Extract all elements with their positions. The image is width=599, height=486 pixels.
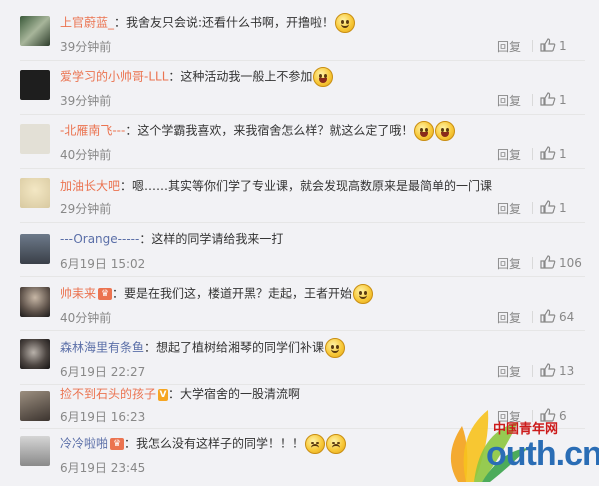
action-divider (532, 365, 533, 377)
avatar[interactable] (20, 234, 50, 264)
username[interactable]: 森林海里有条鱼 (60, 341, 144, 355)
reply-button[interactable]: 回复 (497, 146, 521, 163)
divider (20, 60, 585, 61)
like-count: 106 (559, 256, 582, 270)
thumbs-up-icon (540, 92, 556, 106)
like-count: 1 (559, 93, 567, 107)
smile-emoji-icon (353, 284, 374, 304)
avatar[interactable] (20, 287, 50, 317)
username[interactable]: ---Orange----- (60, 232, 139, 246)
like-count: 64 (559, 310, 575, 324)
reply-button[interactable]: 回复 (497, 363, 521, 380)
timestamp: 29分钟前 (60, 202, 112, 216)
angry-emoji-icon (326, 434, 347, 454)
reply-button[interactable]: 回复 (497, 200, 521, 217)
thumbs-up-icon (540, 363, 556, 377)
angry-emoji-icon (305, 434, 326, 454)
like-button[interactable]: 1 (540, 200, 567, 215)
divider (20, 114, 585, 115)
divider (20, 330, 585, 331)
laugh-emoji-icon (435, 121, 456, 141)
comment-text: ：我舍友只会说:还看什么书啊，开撸啦！ (114, 15, 335, 30)
comment-text: ：想起了植树给湘琴的同学们补课 (144, 340, 325, 355)
timestamp: 40分钟前 (60, 311, 112, 325)
comment-list: 上官蔚蓝_：我舍友只会说:还看什么书啊，开撸啦！ 39分钟前 回复 1 爱学习的… (0, 0, 599, 486)
verified-v-icon: V (158, 388, 169, 401)
reply-button[interactable]: 回复 (497, 309, 521, 326)
timestamp: 6月19日 16:23 (60, 410, 146, 424)
like-button[interactable]: 1 (540, 38, 567, 53)
vip-badge-icon: ♛ (98, 288, 113, 300)
thumbs-up-icon (540, 200, 556, 214)
avatar[interactable] (20, 124, 50, 154)
timestamp: 40分钟前 (60, 148, 112, 162)
username[interactable]: 上官蔚蓝_ (60, 16, 114, 30)
comment-text: ：要是在我们这，楼道开黑？走起，王者开始 (112, 286, 353, 301)
action-divider (532, 94, 533, 106)
smile-emoji-icon (325, 338, 346, 358)
avatar[interactable] (20, 339, 50, 369)
watermark-domain: outh.cn (486, 435, 599, 473)
like-count: 1 (559, 147, 567, 161)
avatar[interactable] (20, 178, 50, 208)
action-divider (532, 202, 533, 214)
username[interactable]: 加油长大吧 (60, 179, 120, 193)
timestamp: 39分钟前 (60, 94, 112, 108)
action-divider (532, 148, 533, 160)
username[interactable]: 帅耒来 (60, 287, 96, 301)
timestamp: 6月19日 15:02 (60, 257, 146, 271)
timestamp: 6月19日 22:27 (60, 365, 146, 379)
like-button[interactable]: 1 (540, 92, 567, 107)
laugh-emoji-icon (414, 121, 435, 141)
comment-text: ：这个学霸我喜欢，来我宿舍怎么样？就这么定了哦！ (125, 123, 414, 138)
like-count: 1 (559, 39, 567, 53)
comment-text: ：我怎么没有这样子的同学！！！ (124, 436, 305, 451)
like-button[interactable]: 64 (540, 309, 574, 324)
like-button[interactable]: 13 (540, 363, 574, 378)
thumbs-up-icon (540, 309, 556, 323)
like-count: 1 (559, 201, 567, 215)
like-count: 13 (559, 364, 575, 378)
comment-text: ：嗯……其实等你们学了专业课，就会发现高数原来是最简单的一门课 (120, 179, 493, 193)
reply-button[interactable]: 回复 (497, 255, 521, 272)
username[interactable]: 捡不到石头的孩子 (60, 387, 156, 401)
avatar[interactable] (20, 70, 50, 100)
action-divider (532, 40, 533, 52)
divider (20, 168, 585, 169)
thumbs-up-icon (540, 38, 556, 52)
like-button[interactable]: 106 (540, 255, 582, 270)
reply-button[interactable]: 回复 (497, 38, 521, 55)
avatar[interactable] (20, 16, 50, 46)
smile-emoji-icon (335, 13, 356, 33)
username[interactable]: 爱学习的小帅哥-LLL (60, 70, 168, 84)
action-divider (532, 257, 533, 269)
vip-badge-icon: ♛ (110, 438, 125, 450)
like-button[interactable]: 1 (540, 146, 567, 161)
timestamp: 6月19日 23:45 (60, 461, 146, 475)
action-divider (532, 311, 533, 323)
thumbs-up-icon (540, 255, 556, 269)
laugh-emoji-icon (313, 67, 334, 87)
avatar[interactable] (20, 436, 50, 466)
username[interactable]: 冷冷啦啪 (60, 437, 108, 451)
comment-text: ：这样的同学请给我来一打 (139, 232, 284, 246)
timestamp: 39分钟前 (60, 40, 112, 54)
divider (20, 222, 585, 223)
comment-text: ：这种活动我一般上不参加 (168, 69, 313, 84)
avatar[interactable] (20, 391, 50, 421)
reply-button[interactable]: 回复 (497, 92, 521, 109)
thumbs-up-icon (540, 146, 556, 160)
username[interactable]: -北雁南飞--- (60, 124, 125, 138)
comment-text: ：大学宿舍的一股清流啊 (168, 387, 301, 401)
divider (20, 276, 585, 277)
